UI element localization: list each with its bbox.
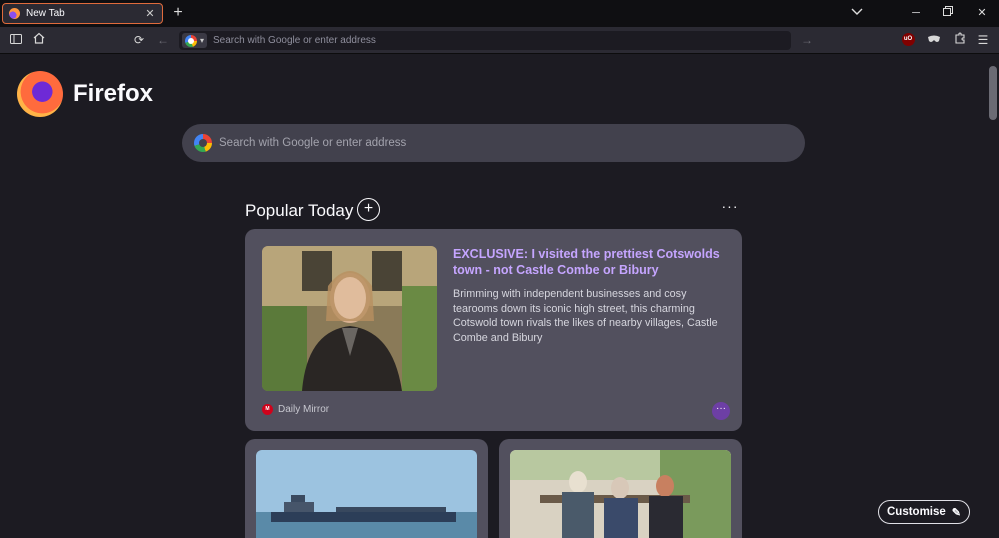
close-window-icon[interactable]: ✕ [972,4,992,22]
firefox-logo-icon [17,71,63,117]
tab-new-tab[interactable]: New Tab ✕ [2,3,163,24]
menu-hamburger-icon[interactable]: ☰ [974,31,992,49]
back-arrow-icon[interactable]: ← [154,31,172,49]
story-description: Brimming with independent businesses and… [453,288,718,344]
nav-toolbar: ⟳ ← ▾ → uO ☰ [0,27,999,54]
url-bar[interactable]: ▾ [179,31,791,50]
close-tab-icon[interactable]: ✕ [144,7,156,20]
customise-button[interactable]: Customise ✎ [878,500,970,524]
scrollbar-thumb[interactable] [989,66,997,120]
go-arrow-icon[interactable]: → [798,31,816,49]
sidebar-icon[interactable] [7,31,25,49]
daily-mirror-icon: M [262,404,273,415]
story-image [262,246,437,391]
google-icon [194,134,212,152]
add-topic-button[interactable]: + [357,198,380,221]
story-title[interactable]: EXCLUSIVE: I visited the prettiest Cotsw… [453,246,723,278]
home-icon[interactable] [30,31,48,49]
firefox-brand: Firefox [17,71,153,117]
story-source: M Daily Mirror [262,404,329,415]
tab-title: New Tab [26,8,65,19]
chevron-down-icon: ▾ [200,36,205,45]
extension-mask-icon[interactable] [925,31,943,49]
google-icon [185,34,197,47]
search-engine-button[interactable]: ▾ [182,33,208,48]
story-image [510,450,731,538]
restore-window-icon[interactable] [938,4,958,22]
pencil-icon: ✎ [951,506,961,519]
page-scrollbar[interactable] [987,54,999,538]
customise-label: Customise [886,506,946,518]
url-input[interactable] [213,35,791,46]
ublock-extension-icon[interactable]: uO [899,31,917,49]
story-card[interactable] [499,439,742,538]
search-box[interactable] [182,124,805,162]
minimize-window-icon[interactable]: ─ [906,4,926,22]
section-menu-icon[interactable]: ··· [720,198,740,218]
reload-icon[interactable]: ⟳ [130,31,148,49]
list-all-tabs-chevron-icon[interactable] [847,4,867,22]
tab-bar: New Tab ✕ + ─ ✕ [0,0,999,27]
search-input[interactable] [219,137,805,149]
story-image [256,450,477,538]
extensions-puzzle-icon[interactable] [951,31,969,49]
section-title: Popular Today [245,201,354,220]
firefox-favicon-icon [9,8,20,19]
new-tab-button[interactable]: + [169,4,187,22]
new-tab-page: Firefox Popular Today + ··· EXCLUSIVE: I… [0,54,999,538]
featured-story-card[interactable]: EXCLUSIVE: I visited the prettiest Cotsw… [245,229,742,431]
story-options-icon[interactable]: ··· [712,402,730,420]
brand-name: Firefox [73,80,154,107]
source-name: Daily Mirror [278,404,330,415]
story-card[interactable] [245,439,488,538]
